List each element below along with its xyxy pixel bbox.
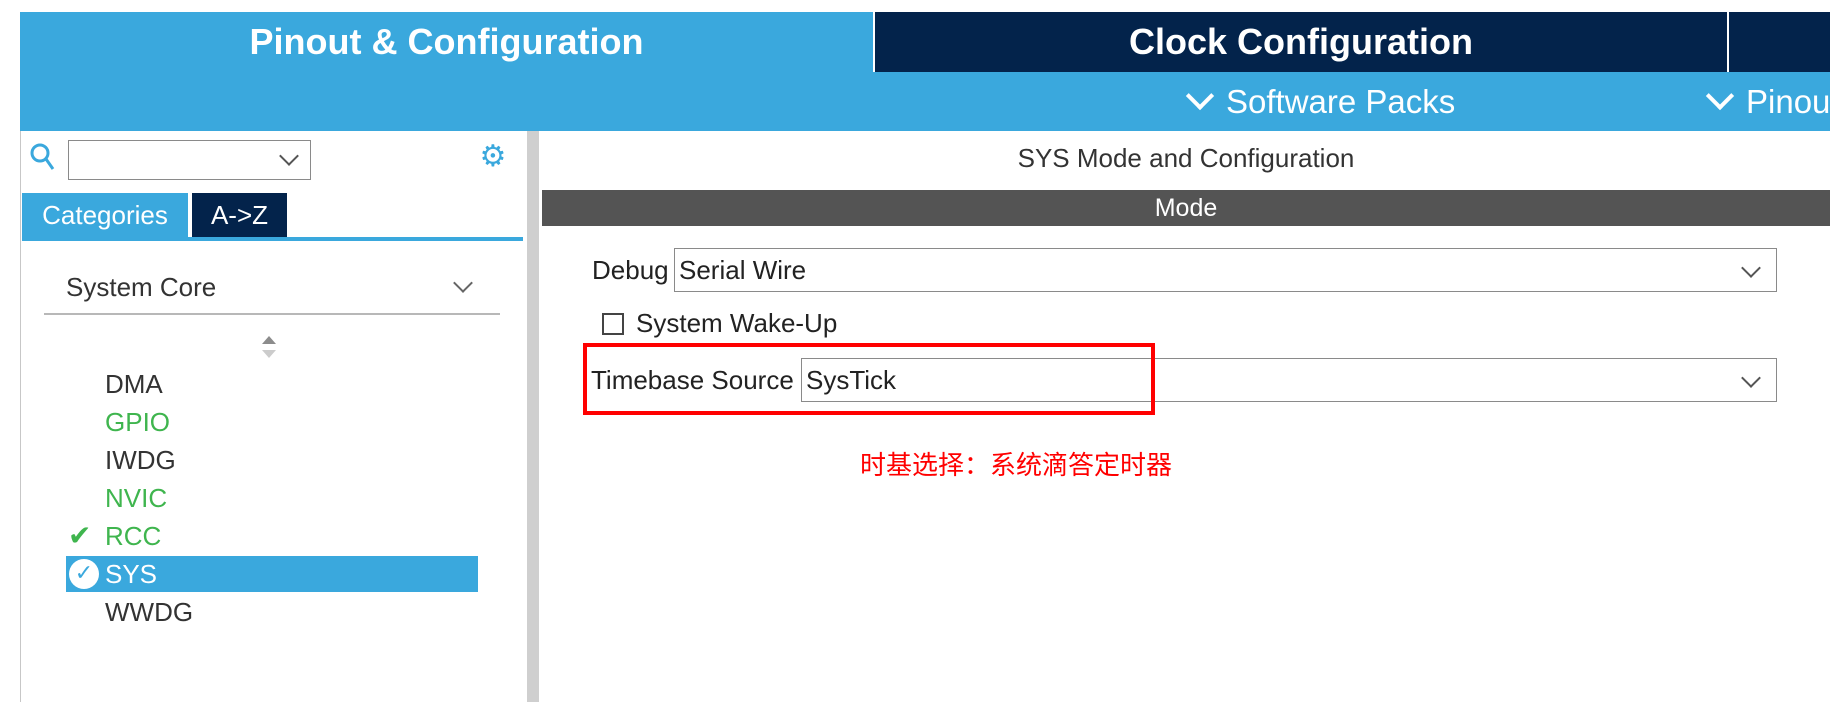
group-divider — [44, 313, 500, 315]
system-wake-up-label: System Wake-Up — [636, 308, 838, 338]
chevron-down-icon[interactable] — [1741, 368, 1761, 388]
list-item-gpio[interactable]: GPIO — [105, 404, 170, 440]
debug-label: Debug — [592, 255, 669, 285]
chevron-down-icon — [1705, 81, 1735, 110]
pinout-menu-label: Pinou — [1746, 82, 1830, 120]
list-item-wwdg[interactable]: WWDG — [105, 594, 193, 630]
system-wake-up-checkbox[interactable] — [602, 313, 624, 335]
search-icon[interactable] — [30, 142, 56, 172]
annotation-text: 时基选择：系统滴答定时器 — [860, 451, 1173, 481]
pinout-menu[interactable]: Pinou — [1705, 72, 1830, 131]
panel-splitter[interactable] — [527, 131, 539, 702]
sort-icon[interactable] — [262, 336, 276, 358]
debug-select-value: Serial Wire — [679, 254, 807, 285]
chevron-down-icon[interactable] — [1741, 258, 1761, 278]
software-packs-menu[interactable]: Software Packs — [1185, 72, 1456, 131]
list-item-nvic[interactable]: NVIC — [105, 480, 167, 516]
tab-pinout-configuration[interactable]: Pinout & Configuration — [20, 12, 873, 72]
chevron-down-icon — [1185, 81, 1215, 110]
mode-header[interactable]: Mode — [542, 190, 1830, 226]
left-border — [20, 131, 21, 702]
sub-menu-bar — [20, 72, 1830, 131]
software-packs-label: Software Packs — [1226, 82, 1456, 120]
chevron-down-icon[interactable] — [279, 146, 299, 166]
gear-icon[interactable]: ⚙ — [478, 142, 508, 172]
check-circle-icon: ✓ — [69, 559, 99, 589]
list-item-dma[interactable]: DMA — [105, 366, 163, 402]
list-item-sys[interactable]: SYS — [105, 556, 157, 592]
check-icon: ✔ — [68, 519, 92, 552]
list-item-rcc[interactable]: RCC — [105, 518, 161, 554]
annotation-highlight-box — [583, 343, 1155, 415]
search-input[interactable] — [68, 140, 311, 180]
list-item-iwdg[interactable]: IWDG — [105, 442, 176, 478]
tab-categories[interactable]: Categories — [22, 193, 188, 237]
tab-underline — [22, 237, 523, 241]
tab-project-manager[interactable] — [1729, 12, 1830, 72]
tab-a-z[interactable]: A->Z — [192, 193, 287, 237]
category-group-label[interactable]: System Core — [66, 272, 216, 303]
tab-clock-configuration[interactable]: Clock Configuration — [875, 12, 1727, 72]
panel-title: SYS Mode and Configuration — [1017, 143, 1355, 173]
debug-select[interactable]: Serial Wire — [674, 248, 1777, 292]
